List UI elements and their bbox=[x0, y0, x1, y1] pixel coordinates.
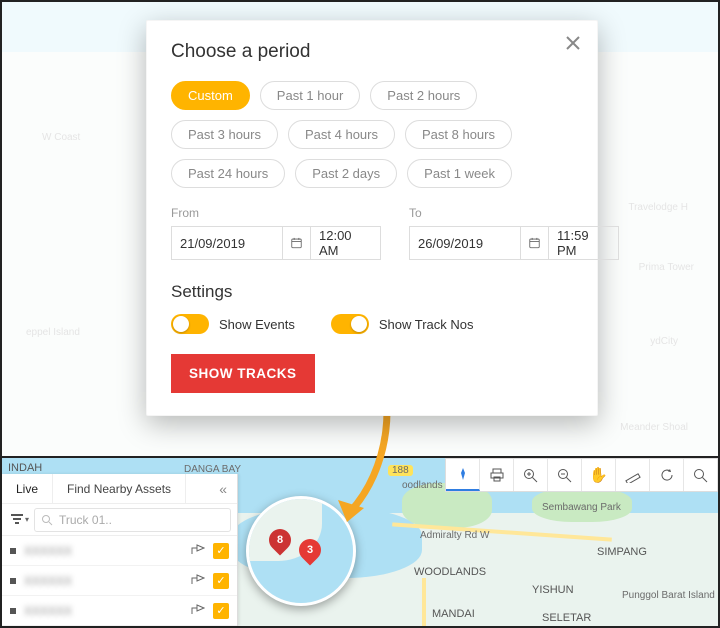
map-label: WOODLANDS bbox=[414, 566, 486, 578]
from-calendar-icon[interactable] bbox=[283, 226, 311, 260]
asset-row[interactable]: XXXXXX ✓ bbox=[2, 596, 237, 626]
close-icon[interactable] bbox=[563, 33, 583, 53]
asset-name: XXXXXX bbox=[24, 604, 183, 618]
period-chip-2h[interactable]: Past 2 hours bbox=[370, 81, 477, 110]
share-icon[interactable] bbox=[191, 543, 205, 558]
asset-name: XXXXXX bbox=[24, 544, 183, 558]
asset-row[interactable]: XXXXXX ✓ bbox=[2, 536, 237, 566]
map-label: Admiralty Rd W bbox=[420, 530, 489, 541]
period-chip-2d[interactable]: Past 2 days bbox=[295, 159, 397, 188]
show-track-nos-toggle[interactable] bbox=[331, 314, 369, 334]
map-label: MANDAI bbox=[432, 608, 475, 620]
asset-row[interactable]: XXXXXX ✓ bbox=[2, 566, 237, 596]
search-placeholder: Truck 01.. bbox=[59, 513, 112, 527]
asset-sidebar: Live Find Nearby Assets « ▾ Truck 01.. X… bbox=[2, 474, 238, 626]
share-icon[interactable] bbox=[191, 603, 205, 618]
to-label: To bbox=[409, 206, 619, 220]
asset-name: XXXXXX bbox=[24, 574, 183, 588]
print-icon[interactable] bbox=[480, 459, 514, 491]
share-icon[interactable] bbox=[191, 573, 205, 588]
map-label: Sembawang Park bbox=[542, 502, 621, 513]
period-chip-1h[interactable]: Past 1 hour bbox=[260, 81, 361, 110]
pan-hand-icon[interactable]: ✋ bbox=[582, 459, 616, 491]
tab-live[interactable]: Live bbox=[2, 474, 53, 503]
asset-checkbox[interactable]: ✓ bbox=[213, 603, 229, 619]
asset-checkbox[interactable]: ✓ bbox=[213, 573, 229, 589]
zoom-out-icon[interactable] bbox=[548, 459, 582, 491]
period-modal: Choose a period Custom Past 1 hour Past … bbox=[146, 20, 598, 416]
to-time-input[interactable]: 11:59 PM bbox=[549, 226, 619, 260]
map-label: Punggol Barat Island bbox=[622, 590, 692, 601]
from-label: From bbox=[171, 206, 381, 220]
bullet-icon bbox=[10, 608, 16, 614]
map-label: SIMPANG bbox=[597, 546, 647, 558]
filter-icon[interactable]: ▾ bbox=[8, 511, 30, 529]
settings-heading: Settings bbox=[171, 282, 573, 302]
bullet-icon bbox=[10, 578, 16, 584]
to-calendar-icon[interactable] bbox=[521, 226, 549, 260]
period-chip-1w[interactable]: Past 1 week bbox=[407, 159, 512, 188]
map-toolbar: ✋ bbox=[445, 458, 718, 492]
show-events-label: Show Events bbox=[219, 317, 295, 332]
zoom-in-icon[interactable] bbox=[514, 459, 548, 491]
from-date-input[interactable]: 21/09/2019 bbox=[171, 226, 283, 260]
period-chip-8h[interactable]: Past 8 hours bbox=[405, 120, 512, 149]
show-tracks-button[interactable]: SHOW TRACKS bbox=[171, 354, 315, 393]
period-chip-4h[interactable]: Past 4 hours bbox=[288, 120, 395, 149]
period-chip-24h[interactable]: Past 24 hours bbox=[171, 159, 285, 188]
from-time-input[interactable]: 12:00 AM bbox=[311, 226, 381, 260]
pin-tool-icon[interactable] bbox=[446, 459, 480, 491]
map-label: INDAH bbox=[8, 462, 42, 474]
period-chip-custom[interactable]: Custom bbox=[171, 81, 250, 110]
measure-ruler-icon[interactable] bbox=[616, 459, 650, 491]
search-icon[interactable] bbox=[684, 459, 718, 491]
modal-title: Choose a period bbox=[171, 41, 573, 63]
to-date-input[interactable]: 26/09/2019 bbox=[409, 226, 521, 260]
map-magnifier: 8 3 bbox=[246, 496, 356, 606]
show-events-toggle[interactable] bbox=[171, 314, 209, 334]
asset-checkbox[interactable]: ✓ bbox=[213, 543, 229, 559]
tab-find-nearby[interactable]: Find Nearby Assets bbox=[53, 474, 186, 503]
map-label: SELETAR bbox=[542, 612, 591, 624]
bullet-icon bbox=[10, 548, 16, 554]
period-chip-group: Custom Past 1 hour Past 2 hours Past 3 h… bbox=[171, 81, 573, 188]
collapse-sidebar-icon[interactable]: « bbox=[209, 481, 237, 497]
asset-search-input[interactable]: Truck 01.. bbox=[34, 508, 231, 532]
refresh-icon[interactable] bbox=[650, 459, 684, 491]
period-chip-3h[interactable]: Past 3 hours bbox=[171, 120, 278, 149]
show-track-nos-label: Show Track Nos bbox=[379, 317, 474, 332]
route-badge: 188 bbox=[388, 465, 413, 476]
map-label: YISHUN bbox=[532, 584, 574, 596]
